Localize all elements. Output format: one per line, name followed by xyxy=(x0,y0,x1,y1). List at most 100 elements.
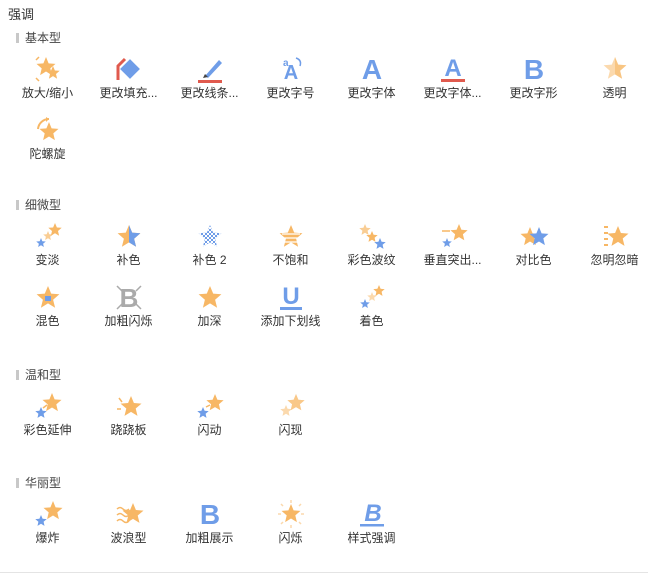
effect-item[interactable]: 波浪型 xyxy=(88,499,169,555)
effect-label: 放大/缩小 xyxy=(21,86,74,100)
star-color-extend-icon xyxy=(34,393,61,418)
underline-icon: U xyxy=(279,283,302,310)
effect-item[interactable]: 忽明忽暗 xyxy=(574,221,648,277)
effect-item[interactable]: 对比色 xyxy=(493,221,574,277)
effect-item[interactable]: B 加粗展示 xyxy=(169,499,250,555)
effect-item[interactable]: A 更改字体 xyxy=(331,54,412,110)
effect-item[interactable]: 闪动 xyxy=(169,391,250,447)
star-teeter-icon xyxy=(116,396,141,416)
effect-label: 着色 xyxy=(359,314,384,328)
effect-item[interactable]: 加深 xyxy=(169,282,250,338)
star-transparent-icon xyxy=(603,57,626,79)
svg-text:B: B xyxy=(199,499,219,529)
effect-label: 补色 xyxy=(116,253,141,267)
svg-text:A: A xyxy=(361,54,381,84)
effect-label: 添加下划线 xyxy=(260,314,321,328)
bold-flash-icon: B xyxy=(115,283,142,312)
svg-text:a: a xyxy=(283,58,289,69)
panel-title: 强调 xyxy=(8,7,35,22)
effect-item[interactable]: U 添加下划线 xyxy=(250,282,331,338)
effect-item[interactable]: 混色 xyxy=(7,282,88,338)
effect-item[interactable]: 更改线条... xyxy=(169,54,250,110)
font-size-icon: Aa xyxy=(283,57,301,84)
star-spin-icon xyxy=(36,117,58,141)
svg-text:B: B xyxy=(119,283,138,312)
effect-item[interactable]: 放大/缩小 xyxy=(7,54,88,110)
effect-label: 跷跷板 xyxy=(110,423,147,437)
effect-item[interactable]: Aa 更改字号 xyxy=(250,54,331,110)
effect-label: 变淡 xyxy=(35,253,60,267)
effect-item[interactable]: A 更改字体... xyxy=(412,54,493,110)
star-grow-icon xyxy=(34,56,60,82)
star-tint-icon xyxy=(359,285,385,308)
effect-item[interactable]: 爆炸 xyxy=(7,499,88,555)
effect-label: 爆炸 xyxy=(35,531,60,545)
effect-item[interactable]: 不饱和 xyxy=(250,221,331,277)
effect-label: 透明 xyxy=(602,86,627,100)
section-title: 温和型 xyxy=(16,368,61,382)
svg-text:B: B xyxy=(523,54,543,84)
effect-label: 更改字体 xyxy=(347,86,396,100)
effect-item[interactable]: 更改填充... xyxy=(88,54,169,110)
effect-label: 混色 xyxy=(35,314,60,328)
effect-label: 闪动 xyxy=(197,423,222,437)
effect-item[interactable]: 彩色延伸 xyxy=(7,391,88,447)
bold-icon: B xyxy=(523,54,543,84)
effect-label: 闪现 xyxy=(278,423,303,437)
bold-reveal-icon: B xyxy=(199,499,219,529)
star-contrast-icon xyxy=(520,227,548,246)
section-title: 华丽型 xyxy=(16,476,61,490)
effect-item[interactable]: 闪烁 xyxy=(250,499,331,555)
star-flicker-icon xyxy=(603,226,628,246)
effect-label: 加粗展示 xyxy=(185,531,234,545)
effect-label: 更改线条... xyxy=(180,86,239,100)
effect-label: 波浪型 xyxy=(110,531,147,545)
effect-item[interactable]: B 加粗闪烁 xyxy=(88,282,169,338)
effect-label: 陀螺旋 xyxy=(29,147,66,161)
star-blink-icon xyxy=(277,500,304,528)
divider xyxy=(0,572,648,573)
star-complement-icon xyxy=(117,225,140,247)
effect-item[interactable]: 垂直突出... xyxy=(412,221,493,277)
star-flash-icon xyxy=(279,394,305,416)
star-wave-icon xyxy=(115,503,143,524)
effect-item[interactable]: 补色 xyxy=(88,221,169,277)
effect-item[interactable]: 彩色波纹 xyxy=(331,221,412,277)
effect-item[interactable]: 补色 2 xyxy=(169,221,250,277)
effect-label: 样式强调 xyxy=(347,531,396,545)
section-title: 基本型 xyxy=(16,31,61,45)
svg-text:U: U xyxy=(282,283,299,310)
effect-label: 加深 xyxy=(197,314,222,328)
effect-item[interactable]: 跷跷板 xyxy=(88,391,169,447)
star-fade-icon xyxy=(35,223,62,247)
effect-item[interactable]: 着色 xyxy=(331,282,412,338)
effect-label: 加粗闪烁 xyxy=(104,314,153,328)
effect-label: 忽明忽暗 xyxy=(590,253,639,267)
svg-text:B: B xyxy=(364,500,381,527)
effect-label: 不饱和 xyxy=(272,253,309,267)
section-title: 细微型 xyxy=(16,198,61,212)
effect-item[interactable]: B 更改字形 xyxy=(493,54,574,110)
effect-label: 对比色 xyxy=(515,253,552,267)
star-desaturate-icon xyxy=(279,225,302,247)
svg-text:A: A xyxy=(444,55,461,82)
star-explode-icon xyxy=(34,501,62,526)
effect-item[interactable]: B 样式强调 xyxy=(331,499,412,555)
style-emphasis-icon: B xyxy=(359,500,384,527)
pen-line-icon xyxy=(197,60,222,83)
effect-item[interactable]: 透明 xyxy=(574,54,648,110)
effect-item[interactable]: 闪现 xyxy=(250,391,331,447)
effect-label: 闪烁 xyxy=(278,531,303,545)
effect-label: 更改填充... xyxy=(99,86,158,100)
effect-item[interactable]: 变淡 xyxy=(7,221,88,277)
effect-label: 彩色延伸 xyxy=(23,423,72,437)
effect-item[interactable]: 陀螺旋 xyxy=(7,115,88,171)
star-vertical-icon xyxy=(441,224,468,247)
star-flick-icon xyxy=(196,394,224,418)
star-blend-icon xyxy=(36,286,59,308)
star-color-wave-icon xyxy=(358,224,386,249)
star-complement2-icon xyxy=(198,225,221,247)
effect-label: 补色 2 xyxy=(192,253,227,267)
effect-label: 更改字号 xyxy=(266,86,315,100)
effect-label: 彩色波纹 xyxy=(347,253,396,267)
